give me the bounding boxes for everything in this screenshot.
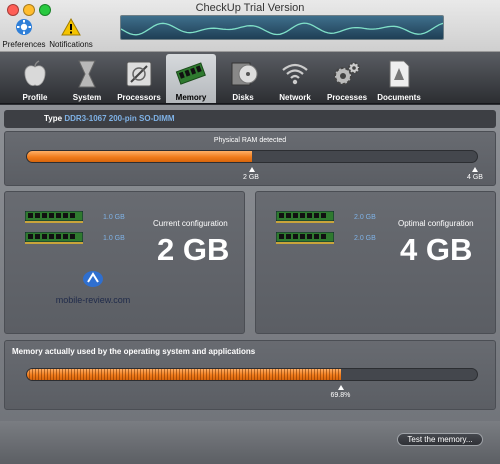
memory-usage-title: Memory actually used by the operating sy… [12,347,256,356]
tab-network-label: Network [279,93,311,102]
optimal-configuration-total: 4 GB [400,232,473,267]
physical-ram-title: Physical RAM detected [213,137,287,144]
physical-ram-marker [249,167,255,172]
document-icon [389,60,410,88]
current-configuration-title: Current configuration [153,219,228,228]
notifications-button[interactable]: Notifications [31,17,111,49]
tab-processes[interactable]: Processes [322,54,372,103]
optimal-slot-2-size: 2.0 GB [354,235,376,242]
memory-type-label: Type [44,114,63,123]
watermark: mobile-review.com [48,270,138,305]
tab-disks-label: Disks [232,93,254,102]
tab-documents-label: Documents [377,93,421,102]
hard-disk-icon [231,62,258,86]
optimal-slot-1-size: 2.0 GB [354,214,376,221]
tab-system[interactable]: System [62,54,112,103]
ram-module-icon [276,232,334,244]
wifi-icon [282,63,308,85]
tab-profile-label: Profile [22,93,48,102]
gears-icon [334,62,360,85]
activity-monitor-graph [120,15,444,40]
tab-profile[interactable]: Profile [10,54,60,103]
mac-os-x-icon [78,60,96,88]
test-memory-button[interactable]: Test the memory... [397,433,483,446]
optimal-configuration-title: Optimal configuration [398,219,474,228]
current-slot-2-size: 1.0 GB [103,235,125,242]
tab-strip: Profile System Processors Memory Disks N… [0,52,500,104]
tab-documents[interactable]: Documents [374,54,424,103]
memory-module-icon [175,62,206,85]
physical-ram-bar [26,150,478,163]
tab-processors[interactable]: Processors [114,54,164,103]
waveform-graphic [121,22,443,36]
physical-ram-detected-tick: 2 GB [243,174,259,181]
current-configuration-total: 2 GB [157,232,230,267]
processor-icon [126,61,152,87]
physical-ram-max-marker [472,167,478,172]
current-slot-1-size: 1.0 GB [103,214,125,221]
warning-icon [61,17,81,36]
memory-usage-fill [27,369,342,380]
physical-ram-panel: Physical RAM detected 2 GB 4 GB [4,131,496,186]
tab-network[interactable]: Network [270,54,320,103]
current-configuration-panel: 1.0 GB 1.0 GB Current configuration 2 GB [4,191,245,334]
memory-type-value: DDR3-1067 200-pin SO-DIMM [64,114,175,123]
tab-processes-label: Processes [326,93,368,102]
ram-module-icon [276,211,334,223]
tab-processors-label: Processors [117,93,161,102]
memory-type-bar: Type DDR3-1067 200-pin SO-DIMM [4,110,496,128]
physical-ram-fill [27,151,252,162]
title-bar: CheckUp Trial Version Preferences Notifi… [0,0,500,52]
physical-ram-max-tick: 4 GB [467,174,483,181]
memory-usage-percent: 69.8% [330,392,351,399]
memory-usage-panel: Memory actually used by the operating sy… [4,340,496,410]
watermark-logo-icon [83,271,103,287]
ram-module-icon [25,211,83,223]
apple-icon [24,60,46,86]
tab-memory[interactable]: Memory [166,54,216,103]
memory-usage-marker [338,385,345,390]
tab-memory-label: Memory [175,93,207,102]
optimal-configuration-panel: 2.0 GB 2.0 GB Optimal configuration 4 GB [255,191,496,334]
notifications-label: Notifications [49,40,93,49]
tab-system-label: System [72,93,102,102]
ram-module-icon [25,232,83,244]
watermark-text: mobile-review.com [55,295,131,305]
tab-disks[interactable]: Disks [218,54,268,103]
memory-usage-bar [26,368,478,381]
window-title: CheckUp Trial Version [195,2,305,14]
